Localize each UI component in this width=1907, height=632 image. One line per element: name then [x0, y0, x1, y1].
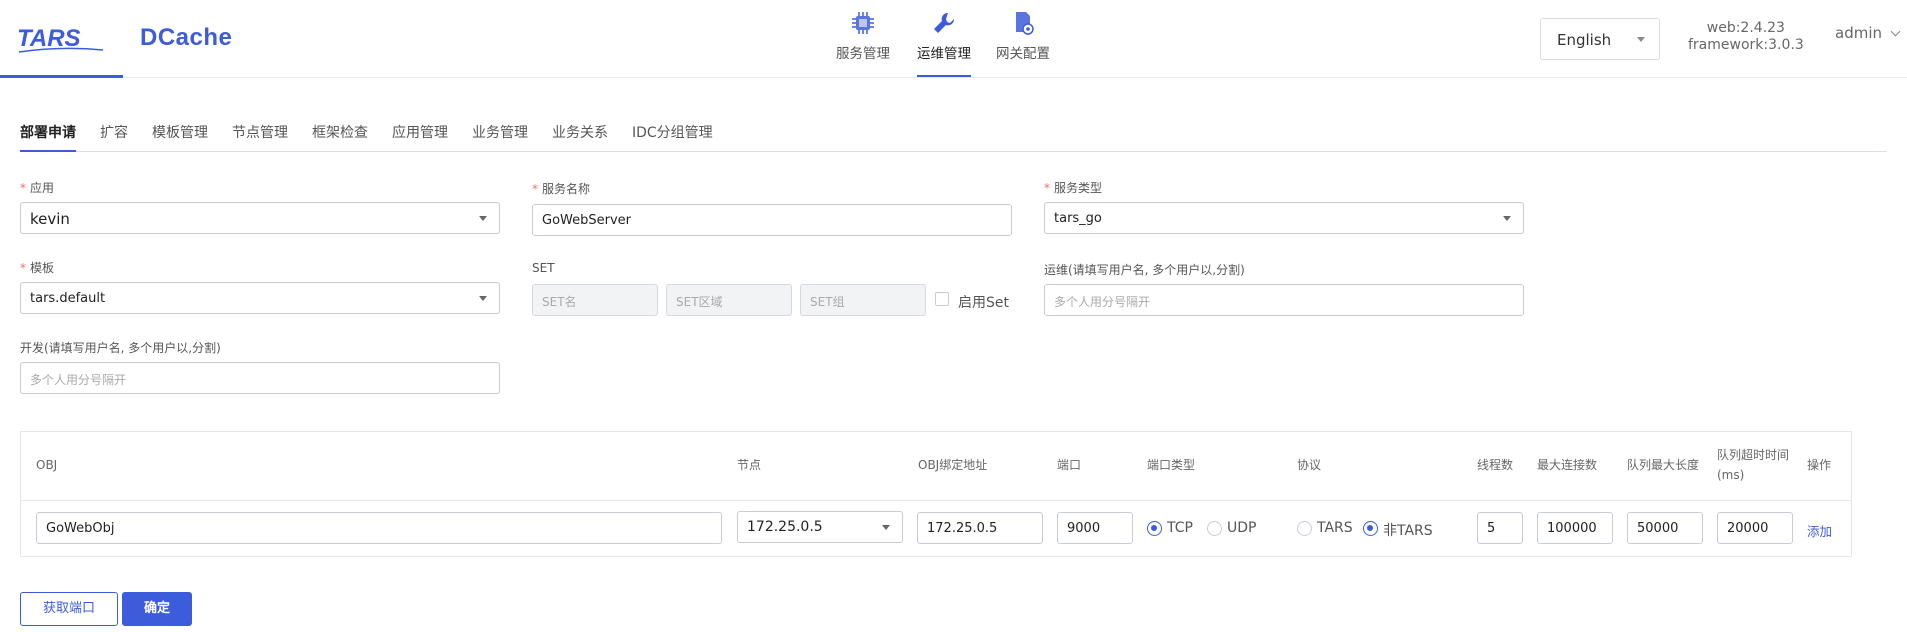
tab-node-management[interactable]: 节点管理 — [232, 122, 288, 152]
threads-input[interactable]: 5 — [1477, 512, 1523, 544]
th-threads: 线程数 — [1477, 458, 1514, 472]
th-operation: 操作 — [1807, 458, 1832, 472]
server-type-label: * 服务类型 — [1044, 181, 1103, 195]
app-select[interactable]: kevin — [20, 202, 500, 234]
language-value: English — [1557, 31, 1612, 49]
radio-udp-label: UDP — [1227, 520, 1257, 536]
template-value: tars.default — [30, 291, 106, 306]
framework-version: framework:3.0.3 — [1688, 37, 1804, 53]
bind-address-input[interactable]: 172.25.0.5 — [917, 512, 1043, 544]
set-area-input[interactable]: SET区域 — [666, 284, 792, 316]
tab-deploy-apply[interactable]: 部署申请 — [20, 122, 76, 152]
server-name-input[interactable]: GoWebServer — [532, 204, 1012, 236]
th-protocol: 协议 — [1297, 458, 1322, 472]
tab-framework-check[interactable]: 框架检查 — [312, 122, 368, 152]
th-node: 节点 — [737, 458, 762, 472]
radio-tcp[interactable] — [1147, 521, 1162, 536]
tab-idc-group-management[interactable]: IDC分组管理 — [632, 122, 713, 152]
template-label: * 模板 — [20, 261, 55, 275]
node-value: 172.25.0.5 — [747, 519, 823, 535]
obj-table: OBJ 节点 OBJ绑定地址 端口 端口类型 协议 线程数 最大连接数 队列最大… — [20, 431, 1852, 557]
tab-app-management[interactable]: 应用管理 — [392, 122, 448, 152]
tab-expand[interactable]: 扩容 — [100, 122, 128, 152]
gateway-config-icon — [1016, 12, 1034, 35]
th-bind-address: OBJ绑定地址 — [918, 458, 988, 472]
th-queue-max-length: 队列最大长度 — [1627, 458, 1700, 472]
set-label: SET — [532, 261, 555, 275]
set-group-input[interactable]: SET组 — [800, 284, 926, 316]
dcache-logo[interactable]: DCache — [140, 24, 232, 52]
template-select[interactable]: tars.default — [20, 282, 500, 314]
dev-label: 开发(请填写用户名, 多个用户以,分割) — [20, 341, 221, 355]
radio-tars-label: TARS — [1317, 520, 1353, 536]
set-name-input[interactable]: SET名 — [532, 284, 658, 316]
server-type-select[interactable]: tars_go — [1044, 202, 1524, 234]
get-port-button[interactable]: 获取端口 — [20, 592, 118, 626]
ops-label: 运维(请填写用户名, 多个用户以,分割) — [1044, 263, 1245, 277]
tab-template-management[interactable]: 模板管理 — [152, 122, 208, 152]
language-select[interactable]: English — [1540, 18, 1660, 60]
ops-input[interactable]: 多个人用分号隔开 — [1044, 284, 1524, 316]
th-port: 端口 — [1057, 458, 1082, 472]
radio-tcp-label: TCP — [1167, 520, 1193, 536]
table-divider — [21, 500, 1851, 501]
radio-udp[interactable] — [1207, 521, 1222, 536]
tab-business-relation[interactable]: 业务关系 — [552, 122, 608, 152]
add-obj-link[interactable]: 添加 — [1807, 521, 1832, 540]
caret-down-icon — [479, 216, 487, 221]
nav-label: 网关配置 — [996, 46, 1050, 62]
app-value: kevin — [30, 210, 70, 228]
server-type-value: tars_go — [1054, 211, 1102, 226]
th-obj: OBJ — [36, 458, 58, 472]
ops-tabs: 部署申请 扩容 模板管理 节点管理 框架检查 应用管理 业务管理 业务关系 ID… — [20, 120, 1887, 152]
obj-name-input[interactable]: GoWebObj — [36, 512, 722, 544]
queue-max-length-input[interactable]: 50000 — [1627, 512, 1703, 544]
confirm-button[interactable]: 确定 — [122, 592, 192, 626]
nav-service-management[interactable]: 服务管理 — [836, 10, 890, 62]
port-input[interactable]: 9000 — [1057, 512, 1133, 544]
version-info: web:2.4.23 framework:3.0.3 — [1688, 20, 1804, 54]
web-version: web:2.4.23 — [1706, 20, 1785, 36]
max-connections-input[interactable]: 100000 — [1537, 512, 1613, 544]
server-name-label: * 服务名称 — [532, 182, 591, 196]
tab-business-management[interactable]: 业务管理 — [472, 122, 528, 152]
caret-down-icon — [882, 525, 890, 530]
th-max-connections: 最大连接数 — [1537, 458, 1598, 472]
enable-set-checkbox[interactable] — [935, 292, 949, 306]
node-select[interactable]: 172.25.0.5 — [737, 511, 903, 543]
top-header: TARS DCache 服务管理 运维管理 网关配置 English web:2… — [0, 0, 1907, 78]
radio-non-tars-label: 非TARS — [1383, 523, 1433, 539]
tars-logo-active-indicator — [0, 75, 123, 78]
th-queue-timeout: 队列超时时间(ms) — [1717, 448, 1790, 482]
wrench-icon — [934, 12, 955, 33]
user-menu[interactable]: admin — [1835, 24, 1901, 42]
nav-label: 运维管理 — [917, 46, 971, 62]
queue-timeout-input[interactable]: 20000 — [1717, 512, 1793, 544]
app-label: * 应用 — [20, 181, 55, 195]
nav-gateway-config[interactable]: 网关配置 — [996, 10, 1050, 62]
caret-down-icon — [1637, 37, 1645, 42]
th-port-type: 端口类型 — [1147, 458, 1196, 472]
nav-label: 服务管理 — [836, 46, 890, 62]
chevron-down-icon — [1890, 26, 1901, 37]
chip-icon — [852, 12, 874, 34]
nav-ops-management[interactable]: 运维管理 — [917, 10, 971, 77]
enable-set-label: 启用Set — [958, 295, 1009, 311]
radio-tars[interactable] — [1297, 521, 1312, 536]
caret-down-icon — [1503, 216, 1511, 221]
username: admin — [1835, 24, 1882, 42]
dev-input[interactable]: 多个人用分号隔开 — [20, 362, 500, 394]
radio-non-tars[interactable] — [1363, 521, 1378, 536]
tars-logo[interactable]: TARS — [17, 24, 105, 54]
caret-down-icon — [479, 296, 487, 301]
